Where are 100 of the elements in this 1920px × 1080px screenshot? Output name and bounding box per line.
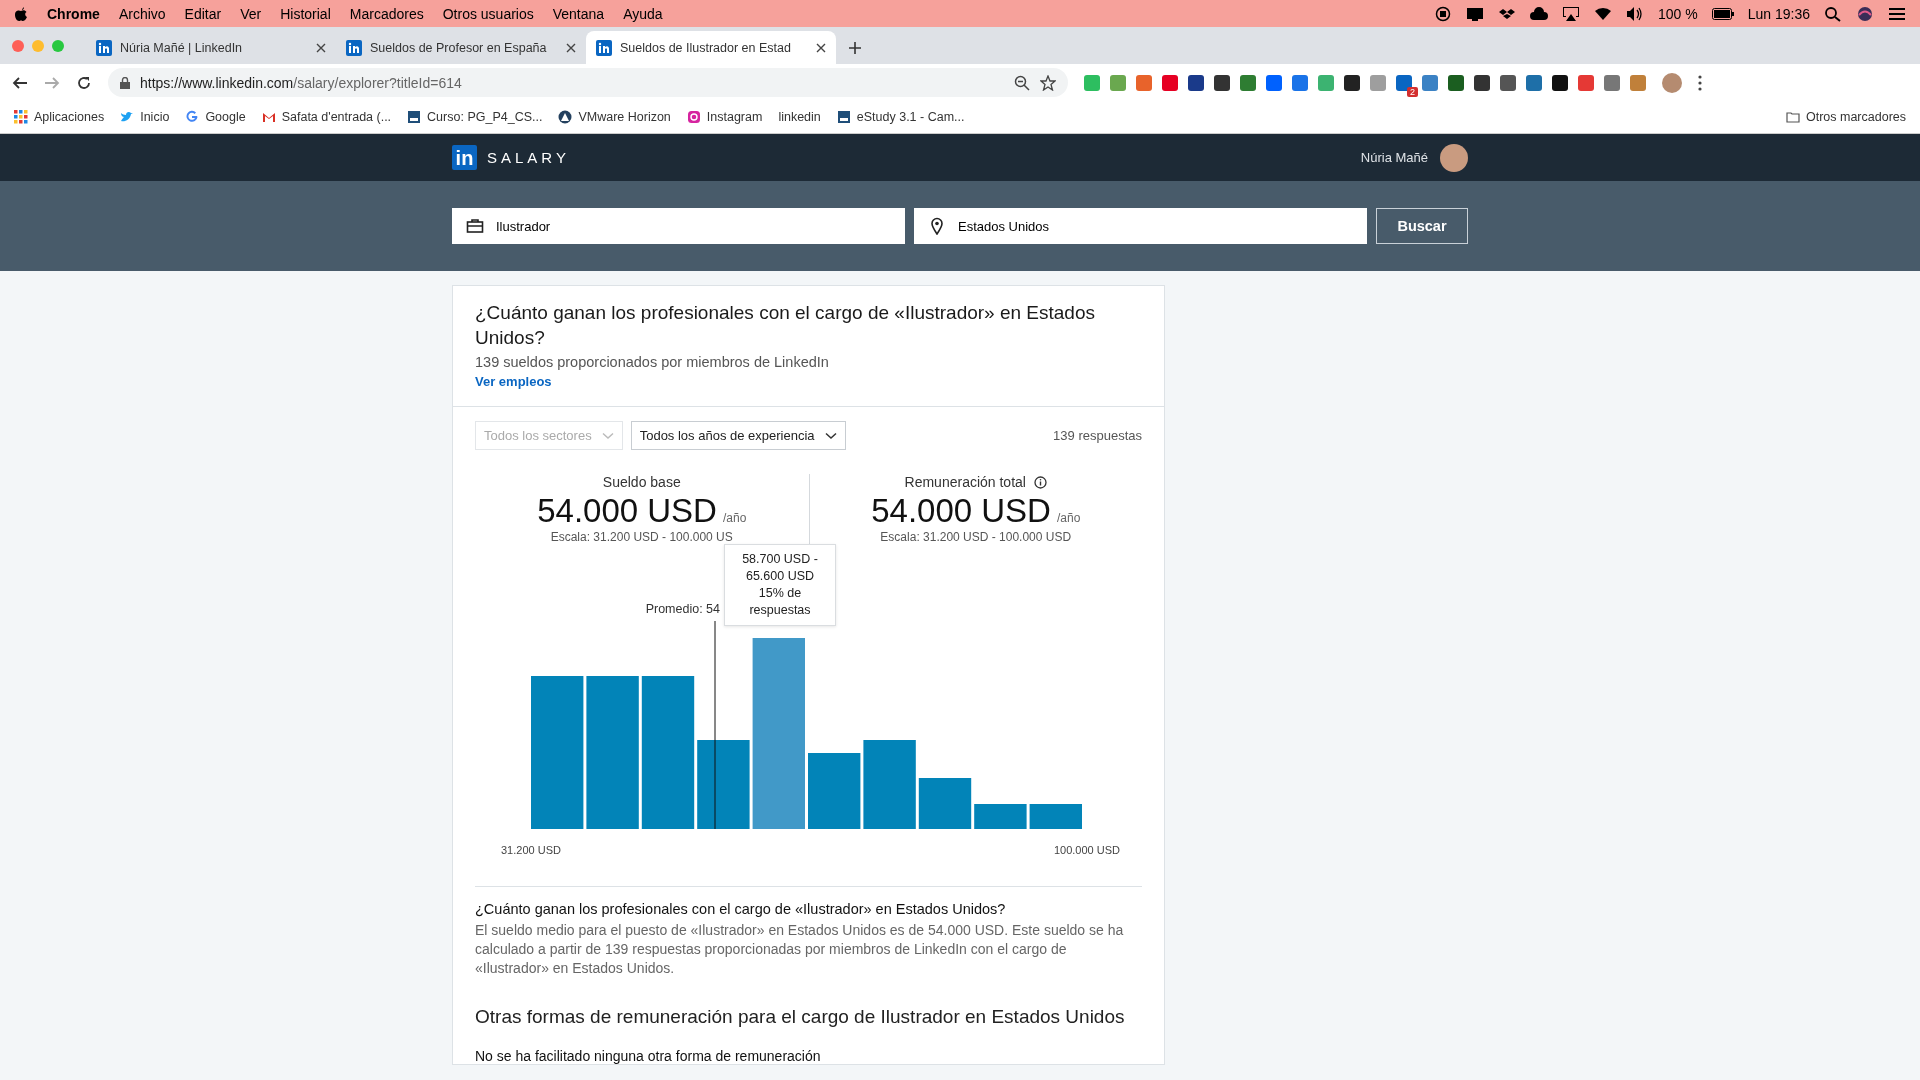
menu-item[interactable]: Historial: [280, 5, 331, 22]
extension-icon[interactable]: [1474, 74, 1490, 91]
lock-icon: [120, 76, 130, 89]
axis-min-label: 31.200 USD: [501, 844, 561, 856]
browser-tab[interactable]: Sueldos de Ilustrador en Estad: [586, 31, 836, 64]
average-label: Promedio: 54: [645, 602, 720, 616]
extension-icon[interactable]: [1448, 74, 1464, 91]
bookmark-folder[interactable]: Otros marcadores: [1805, 110, 1906, 124]
info-icon[interactable]: [1033, 475, 1047, 489]
close-icon[interactable]: [566, 42, 576, 53]
close-icon[interactable]: [316, 42, 326, 53]
star-icon[interactable]: [1040, 74, 1056, 91]
salary-value: 54.000 USD: [871, 492, 1051, 530]
extension-icon[interactable]: [1214, 74, 1230, 91]
site-brand: SALARY: [487, 149, 570, 166]
extension-icon[interactable]: [1552, 74, 1568, 91]
menu-app-name[interactable]: Chrome: [47, 5, 100, 22]
apple-icon[interactable]: [14, 5, 28, 22]
linkedin-icon: [596, 39, 612, 56]
menu-item[interactable]: Marcadores: [349, 5, 424, 22]
card-title: ¿Cuánto ganan los profesionales con el cargo de «Ilustrador» en Estados Unidos?: [475, 301, 1096, 350]
back-arrow-icon[interactable]: [12, 74, 28, 91]
bar-tooltip: 58.700 USD - 65.600 USD 15% de respuestas: [724, 544, 836, 626]
menu-item[interactable]: Archivo: [118, 5, 166, 22]
bookmark-link[interactable]: Google: [205, 110, 246, 124]
bookmark-link[interactable]: Instagram: [706, 110, 763, 124]
axis-max-label: 100.000 USD: [1053, 844, 1120, 856]
question-heading: ¿Cuánto ganan los profesionales con el cargo de «Ilustrador» en Estados Unidos?: [475, 901, 1007, 917]
document-icon: [407, 110, 422, 124]
bookmark-link[interactable]: Inicio: [140, 110, 170, 124]
menu-item[interactable]: Ventana: [552, 5, 605, 22]
job-title-field[interactable]: Ilustrador: [452, 208, 905, 244]
histogram-bar[interactable]: [697, 740, 750, 829]
location-pin-icon: [928, 217, 946, 235]
bookmark-link[interactable]: Curso: PG_P4_CS...: [427, 110, 543, 124]
list-icon[interactable]: [1888, 5, 1906, 22]
user-name[interactable]: Núria Mañé: [1360, 150, 1428, 165]
stat-label: Remuneración total: [904, 474, 1026, 490]
salary-unit: /año: [1056, 511, 1081, 525]
histogram-bar[interactable]: [641, 676, 695, 829]
menu-item[interactable]: Editar: [184, 5, 222, 22]
display-icon[interactable]: [1466, 5, 1484, 22]
menu-item[interactable]: Ayuda: [623, 5, 663, 22]
battery-percentage: 100 %: [1658, 5, 1698, 22]
salary-range: Escala: 31.200 USD - 100.000 US: [550, 530, 733, 544]
browser-tab[interactable]: Núria Mañé | LinkedIn: [86, 31, 336, 64]
new-tab-icon[interactable]: [848, 41, 862, 55]
search-icon[interactable]: [1824, 5, 1842, 22]
record-icon[interactable]: [1434, 5, 1452, 22]
folder-icon: [1785, 110, 1800, 124]
bookmark-link[interactable]: Safata d'entrada (...: [281, 110, 392, 124]
menu-clock[interactable]: Lun 19:36: [1747, 5, 1810, 22]
filter-dropdown[interactable]: Todos los años de experiencia: [630, 421, 846, 450]
mail-icon: [261, 110, 276, 124]
bookmark-link[interactable]: Aplicaciones: [34, 110, 105, 124]
salary-unit: /año: [722, 511, 747, 525]
salary-value: 54.000 USD: [537, 492, 717, 530]
location-field[interactable]: Estados Unidos: [914, 208, 1367, 244]
url-text: https://www.linkedin.com/salary/explorer?titleId=614: [140, 74, 462, 91]
zoom-out-icon[interactable]: [1014, 74, 1030, 91]
menu-item[interactable]: Otros usuarios: [442, 5, 534, 22]
extension-icon[interactable]: [1500, 74, 1516, 91]
more-menu-icon[interactable]: [1698, 74, 1702, 91]
address-bar[interactable]: https://www.linkedin.com/salary/explorer?titleId=614: [108, 68, 1068, 97]
search-button[interactable]: Buscar: [1376, 208, 1468, 244]
answer-paragraph: El sueldo medio para el puesto de «Ilustrador» en Estados Unidos es de 54.000 USD. Este sueldo se ha calculado a partir de 139 respuestas proporcionadas por miembros de LinkedIn con el cargo de «Ilustrador» en Estados Unidos.: [475, 921, 1125, 978]
airplay-icon[interactable]: [1562, 5, 1580, 22]
bookmark-link[interactable]: VMware Horizon: [578, 110, 671, 124]
close-icon[interactable]: [816, 42, 826, 53]
reload-icon[interactable]: [76, 74, 92, 91]
volume-icon[interactable]: [1626, 5, 1644, 22]
jobs-link[interactable]: Ver empleos: [475, 374, 552, 389]
wifi-icon[interactable]: [1594, 5, 1612, 22]
section-heading: Otras formas de remuneración para el cargo de Ilustrador en Estados Unidos: [475, 1006, 1126, 1028]
siri-icon[interactable]: [1856, 5, 1874, 22]
histogram-bar[interactable]: [918, 778, 972, 829]
user-avatar[interactable]: [1440, 143, 1468, 172]
salary-range: Escala: 31.200 USD - 100.000 USD: [880, 530, 1072, 544]
linkedin-icon: [96, 39, 112, 56]
chevron-down-icon: [601, 431, 614, 440]
extension-icon[interactable]: [1344, 74, 1360, 91]
notification-badge: 2: [1407, 86, 1418, 97]
menu-item[interactable]: Ver: [240, 5, 262, 22]
battery-icon[interactable]: [1711, 5, 1734, 22]
document-icon: [836, 110, 851, 124]
site-logo[interactable]: in: [452, 145, 477, 170]
cloud-icon[interactable]: [1530, 5, 1548, 22]
bookmark-link[interactable]: linkedin: [778, 110, 821, 124]
extension-icon[interactable]: [1188, 74, 1204, 91]
bookmark-link[interactable]: eStudy 3.1 - Cam...: [856, 110, 965, 124]
apps-grid-icon: [14, 110, 28, 124]
briefcase-icon: [466, 217, 484, 235]
browser-tab[interactable]: Sueldos de Profesor en España: [336, 31, 586, 64]
card-subtitle: 139 sueldos proporcionados por miembros de LinkedIn: [475, 354, 830, 370]
linkedin-icon: [346, 39, 362, 56]
responses-count: 139 respuestas: [1053, 428, 1142, 443]
profile-avatar[interactable]: [1662, 72, 1682, 93]
chevron-down-icon: [824, 431, 837, 440]
bird-icon: [120, 110, 135, 124]
triangle-icon: [558, 110, 573, 124]
